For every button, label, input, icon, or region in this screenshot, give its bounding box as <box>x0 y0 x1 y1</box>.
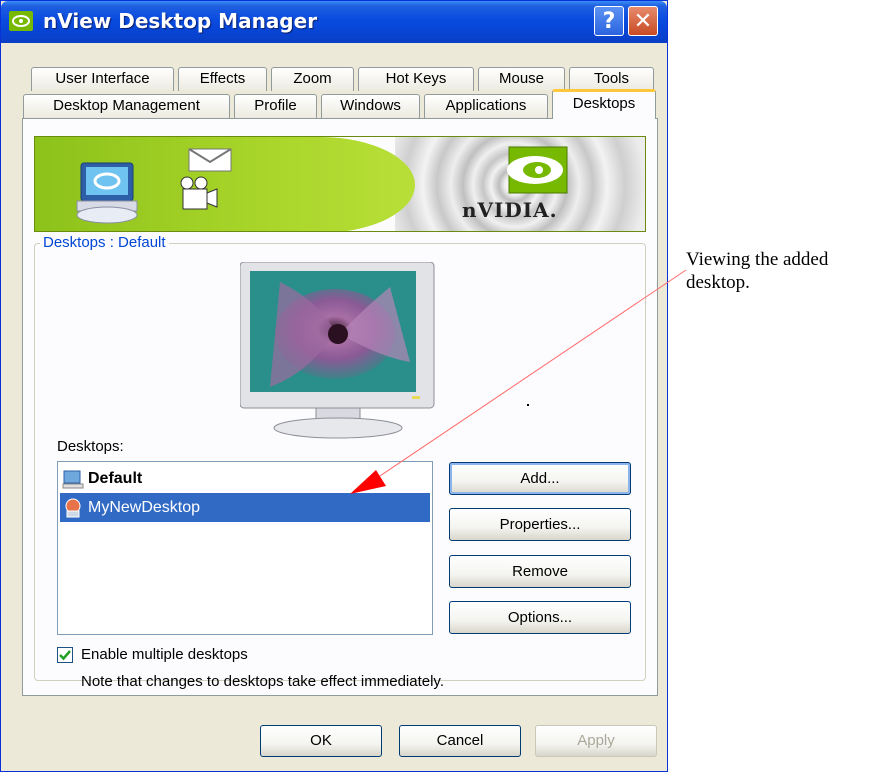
tab-desktops[interactable]: Desktops <box>552 89 656 119</box>
annotation-arrow <box>350 269 687 494</box>
